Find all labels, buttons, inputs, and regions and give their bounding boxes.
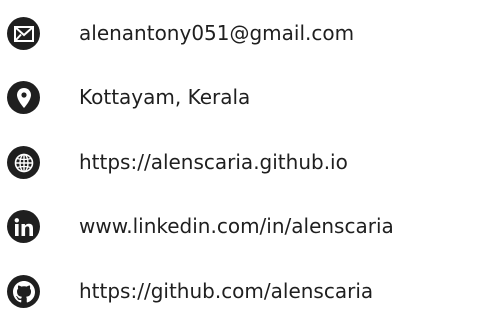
contact-github: https://github.com/alenscaria [0,272,481,309]
globe-icon [7,146,40,179]
github-icon [7,275,40,308]
contact-linkedin: www.linkedin.com/in/alenscaria [0,207,481,247]
contact-email: alenantony051@gmail.com [0,14,481,54]
location-pin-icon [7,81,40,114]
linkedin-link[interactable]: www.linkedin.com/in/alenscaria [79,213,394,239]
website-link[interactable]: https://alenscaria.github.io [79,149,348,175]
email-icon [7,17,40,50]
email-link[interactable]: alenantony051@gmail.com [79,20,354,46]
linkedin-icon [7,210,40,243]
location-text: Kottayam, Kerala [79,85,251,109]
contact-website: https://alenscaria.github.io [0,143,481,183]
contact-location: Kottayam, Kerala [0,78,481,118]
github-link[interactable]: https://github.com/alenscaria [79,278,373,304]
contact-list: alenantony051@gmail.com Kottayam, Kerala… [0,0,481,309]
